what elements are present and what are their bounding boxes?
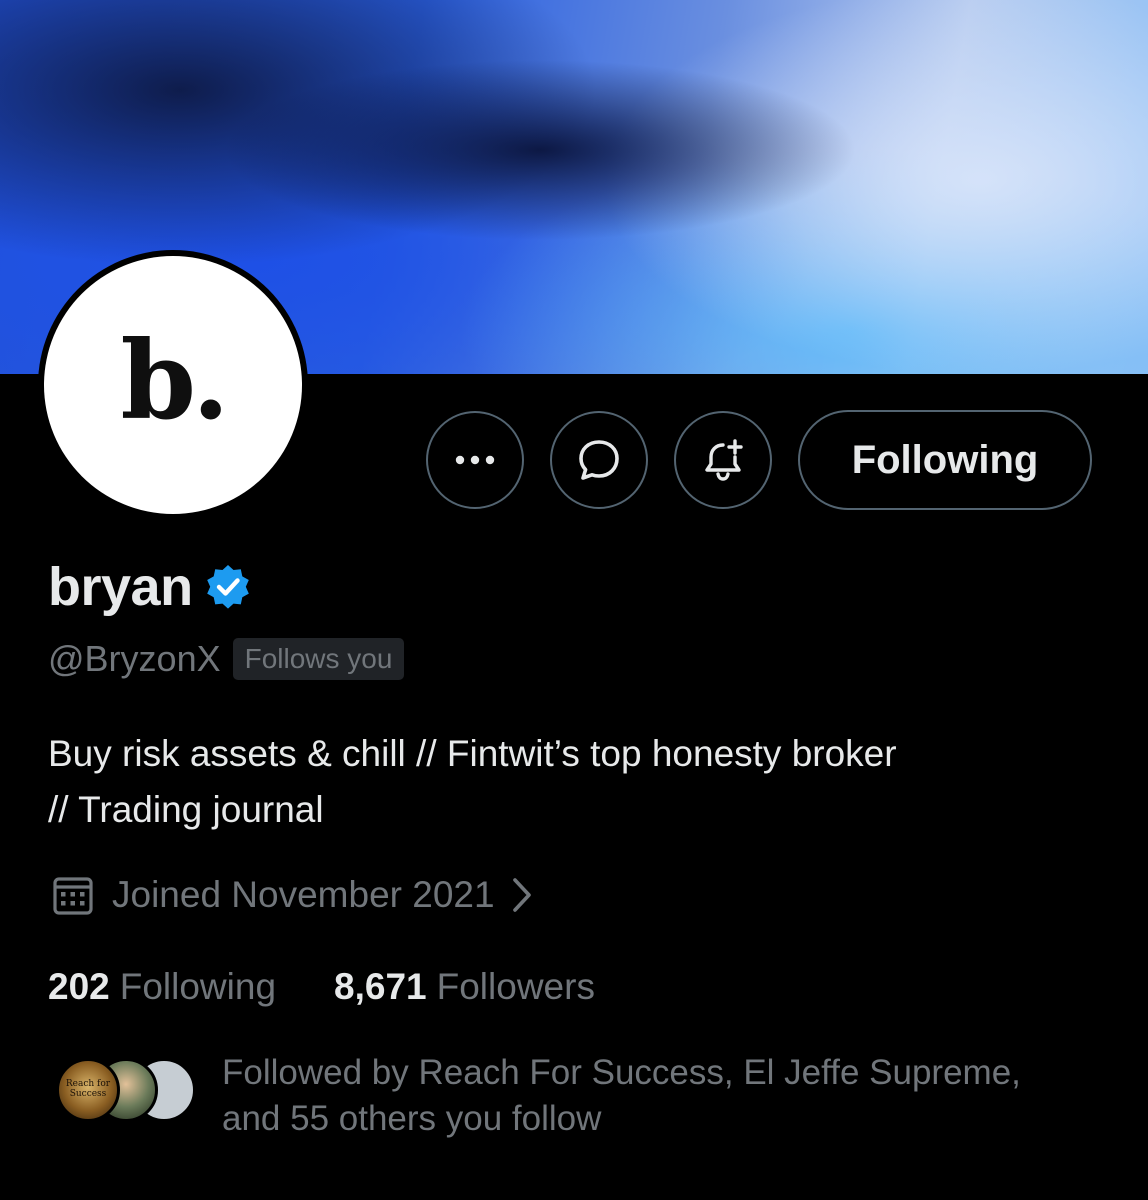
chevron-right-icon: [511, 876, 533, 914]
followed-by-row[interactable]: Reach for Success Followed by Reach For …: [56, 1050, 1102, 1142]
following-button[interactable]: Following: [798, 410, 1092, 510]
following-count: 202: [48, 966, 110, 1007]
message-bubble-icon: [576, 437, 622, 483]
profile-bio: Buy risk assets & chill // Fintwit’s top…: [48, 726, 1108, 838]
follower-avatar-text: Reach for Success: [65, 1079, 111, 1099]
message-button[interactable]: [550, 411, 648, 509]
profile-avatar[interactable]: b.: [38, 250, 308, 520]
more-button[interactable]: [426, 411, 524, 509]
ellipsis-icon: [455, 455, 495, 465]
followers-count: 8,671: [334, 966, 427, 1007]
following-stat-label: Following: [119, 966, 277, 1007]
display-name: bryan: [48, 557, 193, 617]
followed-by-line: and 55 others you follow: [222, 1099, 602, 1138]
follower-avatar: Reach for Success: [56, 1058, 120, 1122]
avatar-logo-text: b.: [120, 318, 229, 444]
notifications-button[interactable]: [674, 411, 772, 509]
profile-handle: @BryzonX: [48, 638, 221, 679]
joined-date-row[interactable]: Joined November 2021: [50, 872, 533, 918]
followed-by-line: Followed by Reach For Success, El Jeffe …: [222, 1053, 1021, 1092]
bio-line: Buy risk assets & chill // Fintwit’s top…: [48, 733, 897, 774]
joined-date-text: Joined November 2021: [112, 874, 495, 915]
name-row: bryan: [48, 560, 253, 614]
follow-stats: 202 Following 8,671 Followers: [48, 966, 595, 1008]
bio-line: // Trading journal: [48, 789, 324, 830]
followed-by-avatars: Reach for Success: [56, 1058, 216, 1128]
profile-actions: Following: [426, 410, 1092, 510]
calendar-icon: [50, 872, 96, 918]
followers-stat[interactable]: 8,671 Followers: [334, 966, 595, 1008]
verified-badge-icon[interactable]: [203, 562, 253, 612]
follows-you-badge: Follows you: [232, 638, 405, 680]
avatar-image: b.: [44, 256, 302, 514]
followers-stat-label: Followers: [436, 966, 595, 1007]
followed-by-text: Followed by Reach For Success, El Jeffe …: [222, 1050, 1102, 1142]
following-stat[interactable]: 202 Following: [48, 966, 276, 1008]
handle-row: @BryzonX Follows you: [48, 638, 405, 680]
bell-plus-icon: [699, 436, 747, 484]
